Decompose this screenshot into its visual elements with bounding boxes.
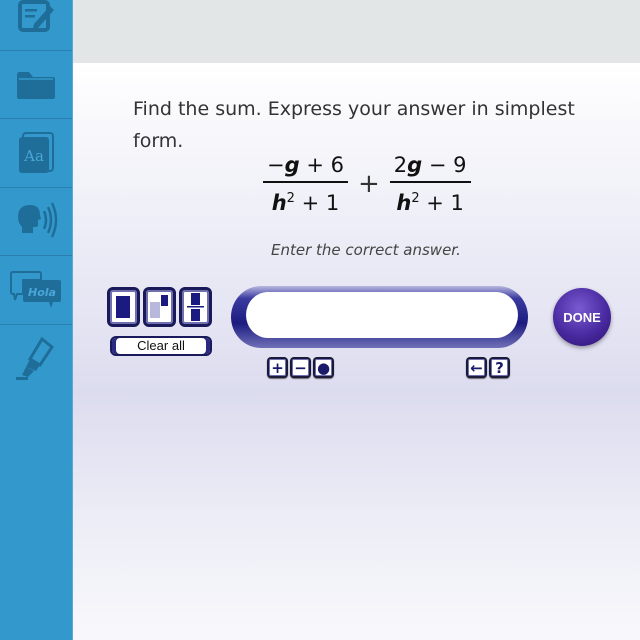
template-buttons [107, 287, 212, 327]
fraction-bar [389, 181, 471, 183]
fraction-1-numerator: −g + 6 [267, 153, 344, 177]
sidebar-item-glossary[interactable]: Aa [0, 119, 72, 188]
svg-text:Hola: Hola [28, 286, 56, 299]
superscript-template-button[interactable] [143, 287, 176, 327]
sidebar: Aa Hola [0, 0, 73, 640]
plus-operator: + [357, 169, 380, 199]
fraction-2-numerator: 2g − 9 [393, 153, 467, 177]
minus-key[interactable]: − [290, 357, 311, 378]
highlighter-icon [16, 336, 55, 380]
fraction-2: 2g − 9 h2 + 1 [389, 151, 471, 217]
fraction-1: −g + 6 h2 + 1 [263, 151, 348, 217]
whole-box-template-button[interactable] [107, 287, 140, 327]
sidebar-item-folder[interactable] [0, 50, 72, 119]
math-expression: −g + 6 h2 + 1 + 2g − 9 h2 + 1 [263, 151, 471, 217]
clear-all-button[interactable]: Clear all [110, 336, 212, 356]
sidebar-item-highlighter[interactable] [0, 325, 72, 393]
top-bar [73, 0, 640, 63]
notepad-pencil-icon [18, 0, 54, 32]
backspace-key[interactable]: ← [466, 357, 487, 378]
dictionary-icon: Aa [19, 132, 54, 173]
superscript-icon [150, 295, 168, 318]
svg-text:Aa: Aa [23, 147, 44, 165]
fraction-template-button[interactable] [179, 287, 212, 327]
help-key[interactable]: ? [489, 357, 510, 378]
done-button[interactable]: DONE [553, 288, 611, 346]
instruction-text: Enter the correct answer. [271, 241, 461, 259]
sidebar-item-audio[interactable] [0, 187, 72, 256]
folder-icon [17, 72, 55, 99]
dot-key[interactable]: ● [313, 357, 334, 378]
fraction-2-denominator: h2 + 1 [396, 191, 464, 215]
translation-bubble-icon: Hola [10, 271, 61, 308]
whole-box-icon [116, 296, 130, 318]
sidebar-item-translate[interactable]: Hola [0, 256, 72, 325]
fraction-bar [263, 181, 348, 183]
fraction-icon [187, 293, 204, 321]
plus-key[interactable]: + [267, 357, 288, 378]
speaker-head-icon [18, 202, 58, 238]
answer-input[interactable] [246, 292, 518, 338]
question-text: Find the sum. Express your answer in sim… [133, 98, 575, 152]
sidebar-item-notes[interactable] [0, 0, 72, 51]
fraction-1-denominator: h2 + 1 [271, 191, 340, 215]
